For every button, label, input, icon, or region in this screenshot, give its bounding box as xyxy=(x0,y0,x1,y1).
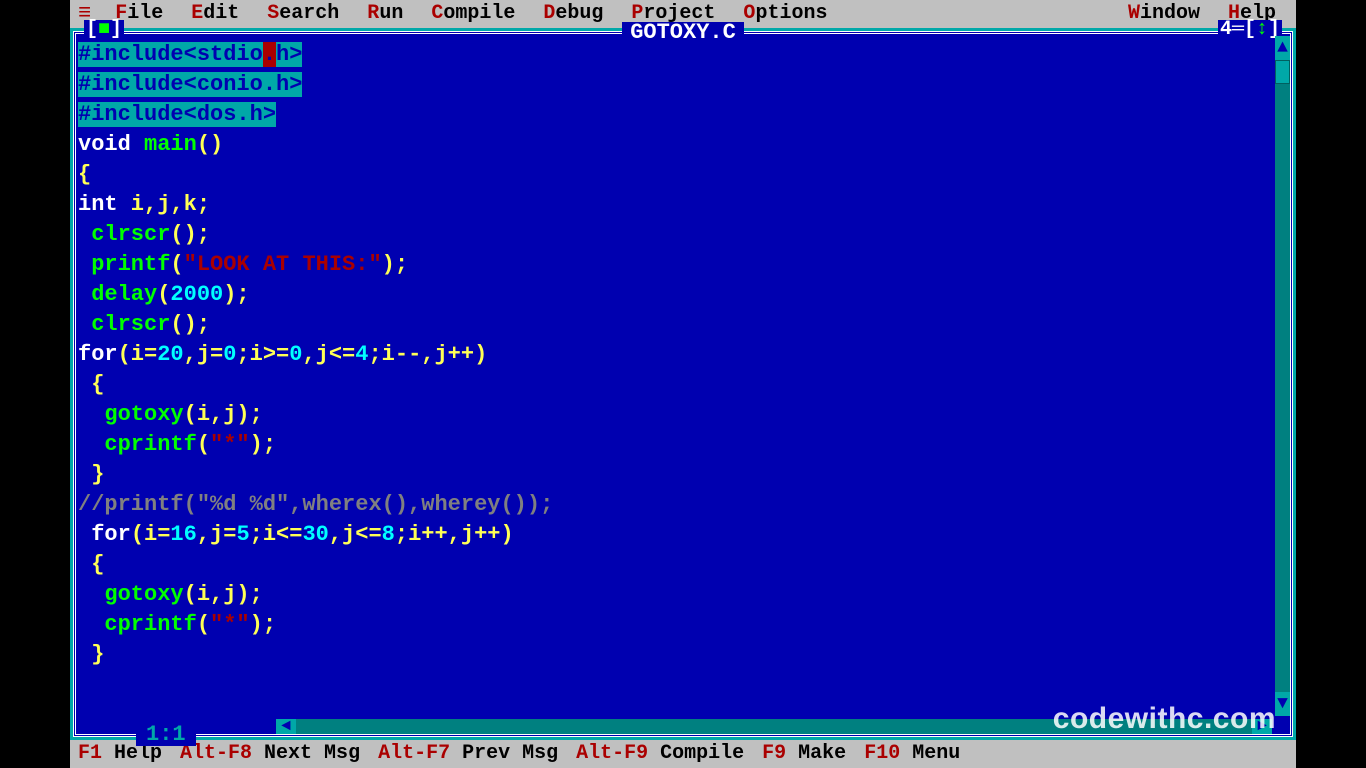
editor-frame-border: [■] GOTOXY.C 4═[↕] #include<stdio.h> #in… xyxy=(73,31,1293,737)
menu-run[interactable]: Run xyxy=(355,4,415,24)
editor-window: [■] GOTOXY.C 4═[↕] #include<stdio.h> #in… xyxy=(70,28,1296,740)
code-line: { xyxy=(78,550,1272,580)
menu-compile[interactable]: Compile xyxy=(419,4,527,24)
status-compile[interactable]: Alt-F9 Compile xyxy=(576,744,756,764)
menu-debug[interactable]: Debug xyxy=(531,4,615,24)
vertical-scrollbar[interactable]: ▲ ▼ xyxy=(1275,36,1290,716)
ide-screen: ≡ File Edit Search Run Compile Debug Pro… xyxy=(70,0,1296,768)
code-line: clrscr(); xyxy=(78,310,1272,340)
code-line: #include<dos.h> xyxy=(78,100,1272,130)
scroll-track[interactable] xyxy=(1275,60,1290,692)
code-line: { xyxy=(78,370,1272,400)
code-line: cprintf("*"); xyxy=(78,610,1272,640)
scroll-down-icon[interactable]: ▼ xyxy=(1275,692,1290,716)
status-next-msg[interactable]: Alt-F8 Next Msg xyxy=(180,744,372,764)
code-line: delay(2000); xyxy=(78,280,1272,310)
code-line: for(i=16,j=5;i<=30,j<=8;i++,j++) xyxy=(78,520,1272,550)
status-prev-msg[interactable]: Alt-F7 Prev Msg xyxy=(378,744,570,764)
scroll-thumb[interactable] xyxy=(1275,60,1290,84)
close-window-control[interactable]: [■] xyxy=(84,20,124,40)
code-editor[interactable]: #include<stdio.h> #include<conio.h> #inc… xyxy=(76,40,1272,716)
code-line: for(i=20,j=0;i>=0,j<=4;i--,j++) xyxy=(78,340,1272,370)
cursor-position: 1:1 xyxy=(136,724,196,746)
code-line: clrscr(); xyxy=(78,220,1272,250)
menu-search[interactable]: Search xyxy=(255,4,351,24)
status-make[interactable]: F9 Make xyxy=(762,744,858,764)
scroll-up-icon[interactable]: ▲ xyxy=(1275,36,1290,60)
code-line: } xyxy=(78,460,1272,490)
code-line: cprintf("*"); xyxy=(78,430,1272,460)
code-line: int i,j,k; xyxy=(78,190,1272,220)
code-line: printf("LOOK AT THIS:"); xyxy=(78,250,1272,280)
menu-edit[interactable]: Edit xyxy=(179,4,251,24)
code-line: gotoxy(i,j); xyxy=(78,400,1272,430)
code-line: void main() xyxy=(78,130,1272,160)
window-number-control[interactable]: 4═[↕] xyxy=(1218,20,1282,40)
code-line: } xyxy=(78,640,1272,670)
status-bar: F1 Help Alt-F8 Next Msg Alt-F7 Prev Msg … xyxy=(70,740,1296,768)
code-line: { xyxy=(78,160,1272,190)
code-line: #include<stdio.h> xyxy=(78,40,1272,70)
code-line: #include<conio.h> xyxy=(78,70,1272,100)
status-menu[interactable]: F10 Menu xyxy=(864,744,972,764)
watermark-text: codewithc.com xyxy=(1053,704,1276,734)
menu-options[interactable]: Options xyxy=(731,4,839,24)
status-help[interactable]: F1 Help xyxy=(78,744,174,764)
code-line: //printf("%d %d",wherex(),wherey()); xyxy=(78,490,1272,520)
code-line: gotoxy(i,j); xyxy=(78,580,1272,610)
menu-project[interactable]: Project xyxy=(619,4,727,24)
menu-window[interactable]: Window xyxy=(1116,4,1212,24)
menu-bar: ≡ File Edit Search Run Compile Debug Pro… xyxy=(70,0,1296,28)
scroll-left-icon[interactable]: ◄ xyxy=(276,719,296,734)
